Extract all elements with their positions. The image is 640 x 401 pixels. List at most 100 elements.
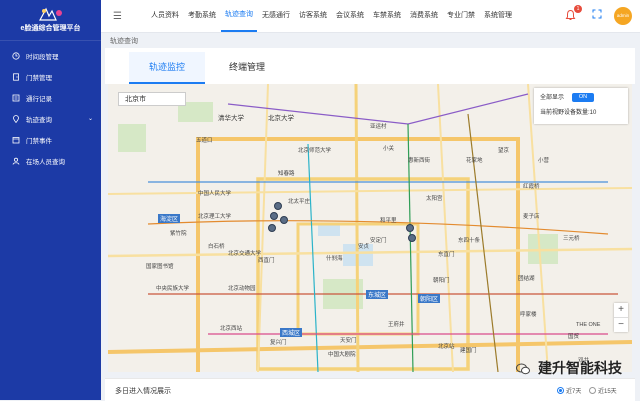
map-label: 西直门 (258, 258, 275, 264)
device-marker[interactable] (268, 224, 276, 232)
map-label: 知春路 (278, 171, 295, 177)
breadcrumb: 轨迹查询 (110, 38, 138, 45)
top-tabs: 人员资料 考勤系统 轨迹查询 无感通行 访客系统 会议系统 车禁系统 消费系统 … (147, 0, 517, 32)
tab-consumption[interactable]: 消费系统 (406, 0, 442, 32)
district-tag: 海淀区 (158, 214, 181, 223)
clock-icon (12, 51, 20, 60)
logo: e脸通综合管理平台 (0, 0, 101, 41)
tab-terminal-management[interactable]: 终端管理 (209, 52, 285, 82)
device-marker[interactable] (406, 224, 414, 232)
map-label: 麦子店 (523, 214, 540, 220)
map-label: 惠新西街 (408, 158, 431, 164)
map-label: 花家地 (466, 158, 483, 164)
map-label: 安贞 (358, 244, 370, 250)
zoom-out-button[interactable]: − (614, 318, 628, 332)
map-label: 白石桥 (208, 244, 225, 250)
sidebar: e脸通综合管理平台 时间段管理 门禁管理 通行记录 轨迹查询 ⌄ 门禁事件 在场… (0, 0, 101, 400)
map-label: 王府井 (388, 322, 405, 328)
device-marker[interactable] (274, 202, 282, 210)
sidebar-item-onsite-people[interactable]: 在场人员查询 (0, 150, 101, 171)
map-label: 望京 (498, 148, 510, 154)
map-label: 北京站 (438, 344, 455, 350)
map-label: 建国门 (460, 348, 477, 354)
section-title: 多日进入情况展示 (115, 388, 171, 395)
map-label: 北京动物园 (228, 286, 256, 292)
device-marker[interactable] (408, 234, 416, 242)
district-tag: 西城区 (280, 328, 303, 337)
device-marker[interactable] (280, 216, 288, 224)
device-marker[interactable] (270, 212, 278, 220)
tab-track-monitor[interactable]: 轨迹监控 (129, 52, 205, 84)
chevron-down-icon: ⌄ (87, 116, 93, 122)
multi-day-section: 多日进入情况展示 近7天 近15天 (105, 378, 635, 401)
map-label: 安定门 (370, 238, 387, 244)
map-display-control: 全部显示 ON 当前视野设备数量:10 (534, 88, 628, 124)
tab-pro-access[interactable]: 专业门禁 (443, 0, 479, 32)
map-label: 北京师范大学 (298, 148, 332, 154)
tab-attendance[interactable]: 考勤系统 (184, 0, 220, 32)
sidebar-item-label: 轨迹查询 (26, 116, 52, 124)
map-label: 亚运村 (370, 124, 387, 130)
map-label: 紫竹院 (170, 231, 187, 237)
sidebar-item-label: 通行记录 (26, 95, 52, 103)
radio-selected-icon (557, 387, 564, 394)
district-tag: 朝阳区 (418, 294, 441, 303)
device-count: 当前视野设备数量:10 (540, 109, 597, 116)
show-all-toggle[interactable]: ON (572, 92, 595, 102)
sidebar-item-label: 门禁事件 (26, 137, 52, 145)
city-name: 北京市 (125, 96, 146, 103)
map-label: 什刹海 (326, 256, 343, 262)
map-label: 太阳宫 (426, 196, 443, 202)
people-icon (12, 157, 20, 165)
tab-system[interactable]: 系统管理 (480, 0, 516, 32)
range-7-days[interactable]: 近7天 (557, 386, 581, 395)
top-navbar: ☰ 人员资料 考勤系统 轨迹查询 无感通行 访客系统 会议系统 车禁系统 消费系… (101, 0, 640, 33)
range-label: 近7天 (566, 389, 582, 395)
notification-badge: 1 (574, 5, 582, 13)
watermark: 建升智能科技 (516, 358, 622, 378)
map-label: 呼家楼 (520, 312, 537, 318)
zoom-in-button[interactable]: + (614, 303, 628, 318)
fullscreen-icon[interactable] (592, 9, 602, 22)
avatar[interactable]: admin (614, 7, 632, 25)
location-icon (12, 114, 20, 123)
map-label: 五道口 (196, 138, 213, 144)
city-selector[interactable]: 北京市 (118, 92, 186, 106)
tab-seamless-pass[interactable]: 无感通行 (258, 0, 294, 32)
show-all-label: 全部显示 (540, 95, 565, 101)
radio-icon (589, 387, 596, 394)
map-label: 国家图书馆 (146, 264, 174, 270)
range-label: 近15天 (598, 389, 617, 395)
tab-meeting[interactable]: 会议系统 (332, 0, 368, 32)
map-label: 天安门 (340, 338, 357, 344)
map-label: 复兴门 (270, 340, 287, 346)
sidebar-item-access-control[interactable]: 门禁管理 (0, 66, 101, 87)
map-label: 国贸 (568, 334, 580, 340)
map-label: 清华大学 (218, 115, 244, 122)
range-15-days[interactable]: 近15天 (589, 386, 617, 395)
sidebar-item-access-events[interactable]: 门禁事件 (0, 129, 101, 150)
map-label: 三元桥 (563, 236, 580, 242)
map-label: 北京交通大学 (228, 251, 262, 257)
tab-track-query[interactable]: 轨迹查询 (221, 0, 257, 32)
tab-visitor[interactable]: 访客系统 (295, 0, 331, 32)
map-label: 和平里 (380, 218, 397, 224)
sidebar-item-label: 时间段管理 (26, 53, 59, 61)
logo-icon (38, 7, 62, 21)
map-label: 北京西站 (220, 326, 243, 332)
map-label: 北太平庄 (288, 199, 311, 205)
map-view[interactable]: 北京市 全部显示 ON 当前视野设备数量:10 + − 北京大学 清华大学 中国人… (108, 84, 632, 372)
app-title: e脸通综合管理平台 (20, 25, 81, 32)
tab-personnel[interactable]: 人员资料 (147, 0, 183, 32)
tab-vehicle[interactable]: 车禁系统 (369, 0, 405, 32)
map-label: 团结湖 (518, 276, 535, 282)
sidebar-item-pass-records[interactable]: 通行记录 (0, 87, 101, 108)
map-label: 中国人民大学 (198, 191, 232, 197)
sidebar-item-track-query[interactable]: 轨迹查询 ⌄ (0, 108, 101, 129)
menu-toggle-icon[interactable]: ☰ (113, 11, 129, 22)
sidebar-item-time-period[interactable]: 时间段管理 (0, 45, 101, 66)
map-label: 北京理工大学 (198, 214, 232, 220)
map-label: THE ONE (576, 322, 601, 328)
watermark-text: 建升智能科技 (538, 360, 622, 376)
map-label: 小关 (383, 146, 395, 152)
